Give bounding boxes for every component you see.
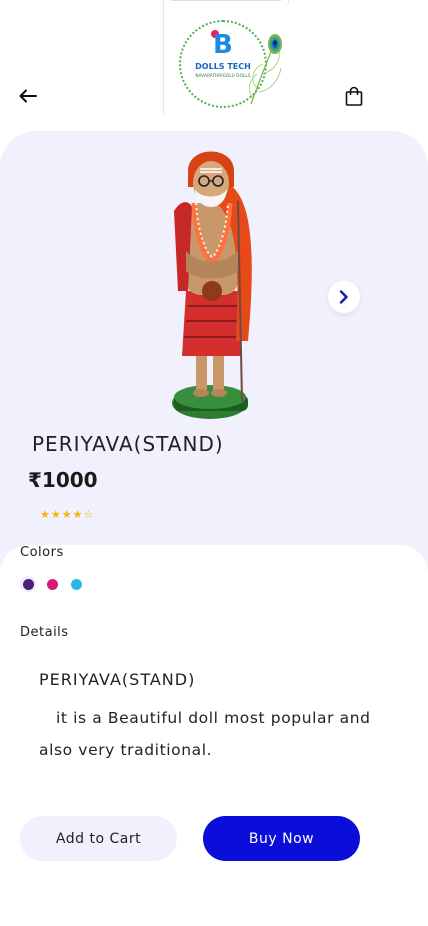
color-swatch-cyan[interactable] [68, 576, 84, 592]
star-filled-icon: ★ [72, 508, 83, 521]
logo-letter: B [213, 30, 233, 60]
color-swatch-pink[interactable] [44, 576, 60, 592]
product-rating: ★ ★ ★ ★ ☆ [40, 509, 93, 521]
logo-divider [171, 0, 281, 1]
star-filled-icon: ★ [40, 508, 50, 521]
peacock-feather-icon [249, 34, 282, 105]
color-dot [70, 578, 82, 590]
chevron-right-icon [339, 290, 348, 304]
shopping-bag-icon [345, 86, 363, 106]
add-to-cart-button[interactable]: Add to Cart [20, 816, 177, 861]
color-dot [22, 578, 34, 590]
star-filled-icon: ★ [61, 508, 72, 521]
product-price: ₹1000 [28, 468, 98, 492]
color-swatch-purple[interactable] [20, 576, 36, 592]
color-dot [46, 578, 58, 590]
cart-button[interactable] [342, 84, 366, 108]
next-image-button[interactable] [328, 281, 360, 313]
colors-label: Colors [20, 545, 64, 560]
logo-brand-name: DOLLS TECH [195, 62, 251, 71]
details-label: Details [20, 625, 69, 640]
description-title: PERIYAVA(STAND) [39, 670, 196, 689]
star-empty-icon: ☆ [83, 508, 94, 521]
buy-now-button[interactable]: Buy Now [203, 816, 360, 861]
description-body: it is a Beautiful doll most popular and … [39, 702, 399, 766]
color-swatches [20, 576, 84, 592]
back-button[interactable] [16, 84, 40, 108]
brand-logo: B DOLLS TECH NAVARATHRIGOLU DOLLS [163, 0, 289, 115]
star-filled-icon: ★ [50, 508, 61, 521]
app-header: B DOLLS TECH NAVARATHRIGOLU DOLLS [0, 0, 428, 130]
arrow-left-icon [19, 89, 37, 103]
description-text: it is a Beautiful doll most popular and … [39, 709, 371, 759]
product-title: PERIYAVA(STAND) [32, 432, 224, 456]
product-image [172, 151, 252, 419]
